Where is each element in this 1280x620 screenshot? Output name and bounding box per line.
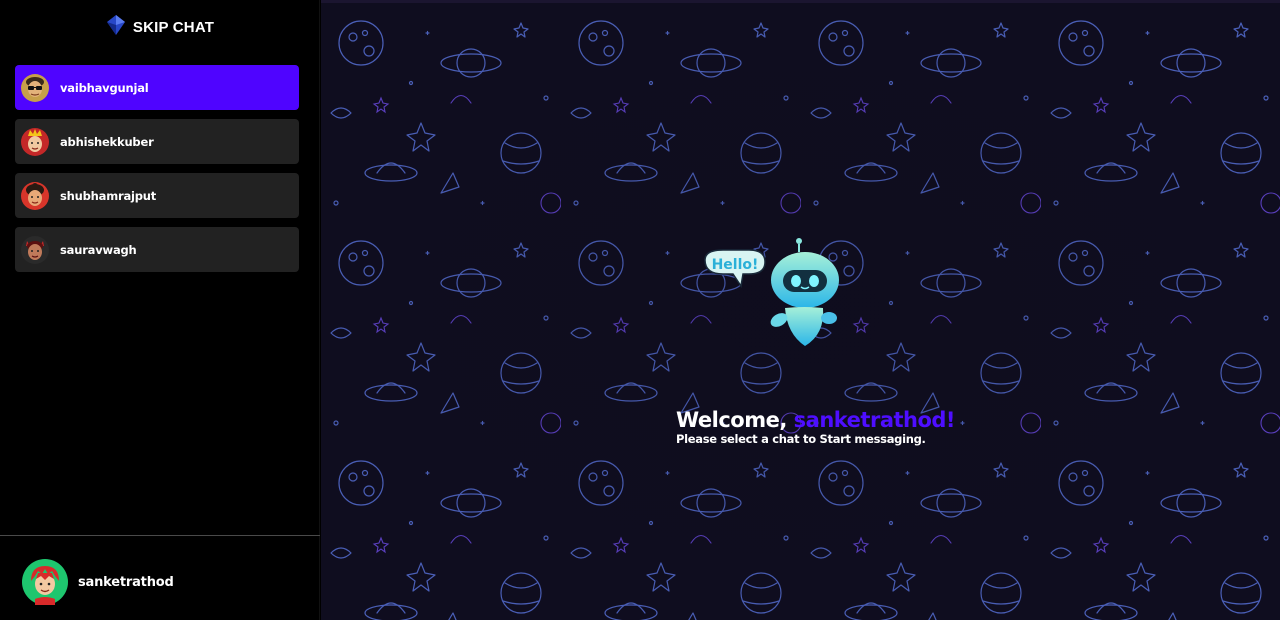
- welcome-prefix: Welcome,: [676, 408, 794, 432]
- avatar-glasses-icon: [20, 73, 50, 103]
- current-user: sanketrathod: [22, 559, 174, 605]
- sidebar-divider: [0, 535, 320, 536]
- welcome-panel: Hello! Welcome, sanketrathod! Please sel…: [321, 0, 1280, 620]
- welcome-message: Welcome, sanketrathod! Please select a c…: [676, 408, 956, 446]
- avatar-devil-icon: [20, 235, 50, 265]
- bubble-text: Hello!: [712, 257, 759, 273]
- contact-item-sauravwagh[interactable]: sauravwagh: [15, 227, 299, 272]
- brand-title: SKIP CHAT: [132, 18, 215, 36]
- contact-name: abhishekkuber: [60, 134, 154, 149]
- avatar-red-hair-icon: [22, 559, 68, 605]
- contact-name: sauravwagh: [60, 242, 137, 257]
- brand: SKIP CHAT: [0, 0, 319, 54]
- contact-item-abhishekkuber[interactable]: abhishekkuber: [15, 119, 299, 164]
- speech-bubble-icon: Hello!: [704, 249, 766, 288]
- contact-item-shubhamrajput[interactable]: shubhamrajput: [15, 173, 299, 218]
- welcome-username: sanketrathod!: [793, 408, 956, 432]
- contact-item-vaibhavgunjal[interactable]: vaibhavgunjal: [15, 65, 299, 110]
- contact-name: shubhamrajput: [60, 188, 157, 203]
- welcome-subtitle: Please select a chat to Start messaging.: [676, 432, 926, 446]
- welcome-heading: Welcome, sanketrathod!: [676, 408, 956, 432]
- contact-list: vaibhavgunjal abhishekkuber shubhamrajpu…: [0, 54, 319, 272]
- diamond-logo-icon: [105, 14, 127, 40]
- avatar-crown-icon: [20, 127, 50, 157]
- current-username: sanketrathod: [78, 574, 174, 590]
- sidebar: SKIP CHAT vaibhavgunjal abhishekkuber sh…: [0, 0, 320, 620]
- robot-hello-illustration: Hello!: [704, 238, 839, 346]
- avatar-hair-icon: [20, 181, 50, 211]
- contact-name: vaibhavgunjal: [60, 80, 149, 95]
